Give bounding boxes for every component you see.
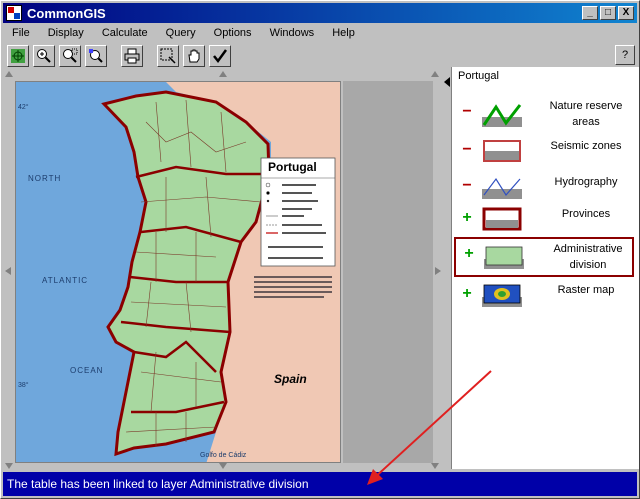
layer-label-line1: Provinces bbox=[561, 208, 611, 220]
print-icon bbox=[124, 48, 140, 64]
map-panel[interactable]: Portugal Spain NORTH ATLANTIC OCEAN 42° … bbox=[3, 71, 443, 469]
layer-label-line1: Seismic zones bbox=[550, 140, 622, 152]
map-empty-area bbox=[343, 81, 433, 463]
panel-splitter[interactable] bbox=[444, 69, 450, 469]
commongis-window: CommonGIS _ □ X File Display Calculate Q… bbox=[0, 0, 640, 499]
layer-toggle-plus[interactable]: + bbox=[460, 285, 474, 303]
map-lat-42-label: 42° bbox=[18, 104, 29, 111]
layer-label-line1: Raster map bbox=[557, 284, 615, 296]
portugal-map bbox=[16, 82, 340, 462]
help-button[interactable]: ? bbox=[615, 45, 635, 65]
menu-calculate[interactable]: Calculate bbox=[93, 27, 157, 39]
layer-label-line2: division bbox=[569, 259, 607, 271]
menu-windows[interactable]: Windows bbox=[261, 27, 324, 39]
menu-options[interactable]: Options bbox=[205, 27, 261, 39]
layer-toggle-minus[interactable]: − bbox=[460, 141, 474, 159]
select-rect-icon bbox=[160, 48, 176, 64]
scroll-up-left-icon[interactable] bbox=[5, 71, 13, 77]
legend-row-raster-map[interactable]: + Raster map bbox=[452, 281, 640, 321]
layer-label-line2: areas bbox=[572, 116, 600, 128]
layer-label-line1: Hydrography bbox=[554, 176, 618, 188]
map-golfo-label: Golfo de Cádiz bbox=[200, 452, 247, 459]
maximize-button[interactable]: □ bbox=[600, 6, 616, 20]
status-bar: The table has been linked to layer Admin… bbox=[3, 472, 637, 496]
menu-display[interactable]: Display bbox=[39, 27, 93, 39]
zoom-in-button[interactable] bbox=[33, 45, 55, 67]
layer-label-line1: Nature reserve bbox=[549, 100, 623, 112]
legend-row-nature-reserve[interactable]: − Nature reserve areas bbox=[452, 95, 640, 135]
rect-red-outline-icon bbox=[483, 140, 521, 162]
check-icon bbox=[213, 49, 228, 64]
scroll-down-left-icon[interactable] bbox=[5, 463, 13, 469]
layer-toggle-plus[interactable]: + bbox=[462, 245, 476, 263]
scroll-down-right-icon[interactable] bbox=[431, 463, 439, 469]
line-blue-icon bbox=[482, 177, 522, 199]
window-title: CommonGIS bbox=[27, 5, 106, 21]
map-atlantic-label: ATLANTIC bbox=[42, 276, 89, 285]
legend-title: Portugal bbox=[458, 70, 499, 82]
legend-row-seismic-zones[interactable]: − Seismic zones bbox=[452, 137, 640, 177]
select-rect-button[interactable] bbox=[157, 45, 179, 67]
collapse-arrow-icon[interactable] bbox=[444, 77, 450, 87]
app-icon bbox=[6, 5, 22, 21]
zoom-reset-button[interactable] bbox=[85, 45, 107, 67]
menu-file[interactable]: File bbox=[3, 27, 39, 39]
map-canvas[interactable]: Portugal Spain NORTH ATLANTIC OCEAN 42° … bbox=[15, 81, 341, 463]
minimize-button[interactable]: _ bbox=[582, 6, 598, 20]
zoom-reset-icon bbox=[89, 49, 103, 63]
globe-icon bbox=[11, 49, 25, 63]
layer-toggle-plus[interactable]: + bbox=[460, 209, 474, 227]
title-bar[interactable]: CommonGIS _ □ X bbox=[3, 3, 637, 23]
scroll-left-icon[interactable] bbox=[5, 267, 11, 275]
close-button[interactable]: X bbox=[618, 6, 634, 20]
hand-icon bbox=[188, 49, 200, 63]
map-spain-label: Spain bbox=[274, 372, 307, 386]
zoom-region-button[interactable] bbox=[59, 45, 81, 67]
scroll-right-icon[interactable] bbox=[435, 267, 441, 275]
map-ocean-label: OCEAN bbox=[70, 366, 104, 375]
layer-toggle-minus[interactable]: − bbox=[460, 177, 474, 195]
help-strip: ? bbox=[451, 43, 639, 67]
layer-toggle-minus[interactable]: − bbox=[460, 103, 474, 121]
zoom-region-icon bbox=[63, 48, 78, 63]
menu-help[interactable]: Help bbox=[323, 27, 364, 39]
map-country-title: Portugal bbox=[268, 160, 317, 174]
zoom-in-icon bbox=[37, 49, 51, 63]
menu-query[interactable]: Query bbox=[157, 27, 205, 39]
check-button[interactable] bbox=[209, 45, 231, 67]
print-button[interactable] bbox=[121, 45, 143, 67]
map-north-label: NORTH bbox=[28, 174, 62, 183]
scroll-up-right-icon[interactable] bbox=[431, 71, 439, 77]
globe-button[interactable] bbox=[7, 45, 29, 67]
line-green-icon bbox=[482, 104, 522, 127]
map-lat-38-label: 38° bbox=[18, 382, 29, 389]
scroll-down-icon[interactable] bbox=[219, 463, 227, 469]
scroll-up-icon[interactable] bbox=[219, 71, 227, 77]
menu-bar: File Display Calculate Query Options Win… bbox=[3, 24, 637, 42]
raster-map-icon bbox=[482, 284, 522, 307]
toolbar bbox=[3, 43, 449, 69]
rect-darkred-icon bbox=[482, 207, 522, 231]
legend-panel: Portugal − Nature reserve areas − Seismi… bbox=[451, 67, 639, 469]
legend-row-administrative-division[interactable]: + Administrative division bbox=[454, 237, 634, 277]
layer-label-line1: Administrative bbox=[553, 243, 623, 255]
pan-button[interactable] bbox=[183, 45, 205, 67]
rect-green-icon bbox=[484, 246, 524, 269]
